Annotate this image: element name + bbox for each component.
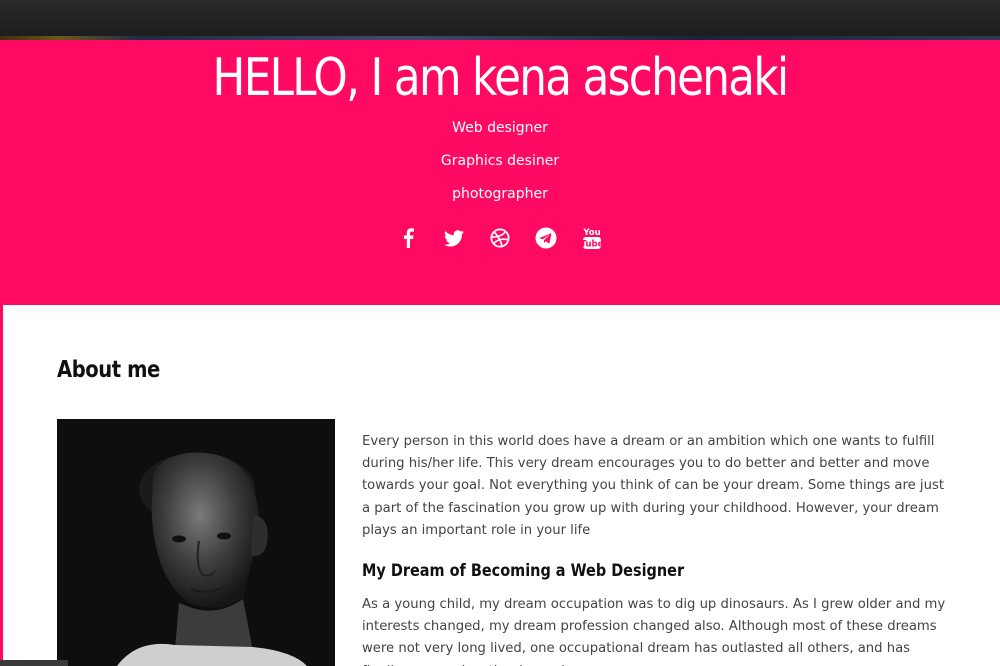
telegram-icon[interactable] bbox=[534, 226, 558, 250]
twitter-icon[interactable] bbox=[442, 226, 466, 250]
role-graphics-designer: Graphics desiner bbox=[440, 153, 560, 169]
social-links: You Tube bbox=[0, 226, 1000, 250]
about-heading: About me bbox=[57, 357, 160, 383]
dribbble-icon[interactable] bbox=[488, 226, 512, 250]
profile-photo bbox=[57, 419, 335, 666]
role-photographer: photographer bbox=[452, 186, 548, 202]
top-bar bbox=[0, 0, 1000, 40]
dream-paragraph: As a young child, my dream occupation wa… bbox=[362, 597, 946, 666]
role-web-designer: Web designer bbox=[452, 120, 548, 136]
svg-text:Tube: Tube bbox=[582, 240, 602, 250]
dream-subheading: My Dream of Becoming a Web Designer bbox=[362, 561, 685, 581]
intro-paragraph: Every person in this world does have a d… bbox=[362, 434, 945, 538]
about-section: About me Every person in this world does… bbox=[3, 305, 1000, 666]
corner-overlay bbox=[0, 660, 68, 666]
facebook-icon[interactable] bbox=[396, 226, 420, 250]
svg-text:You: You bbox=[582, 228, 600, 238]
page-title: HELLO, I am kena aschenaki bbox=[212, 48, 790, 108]
hero-section: HELLO, I am kena aschenaki Web designer … bbox=[0, 40, 1000, 305]
youtube-icon[interactable]: You Tube bbox=[580, 226, 604, 250]
